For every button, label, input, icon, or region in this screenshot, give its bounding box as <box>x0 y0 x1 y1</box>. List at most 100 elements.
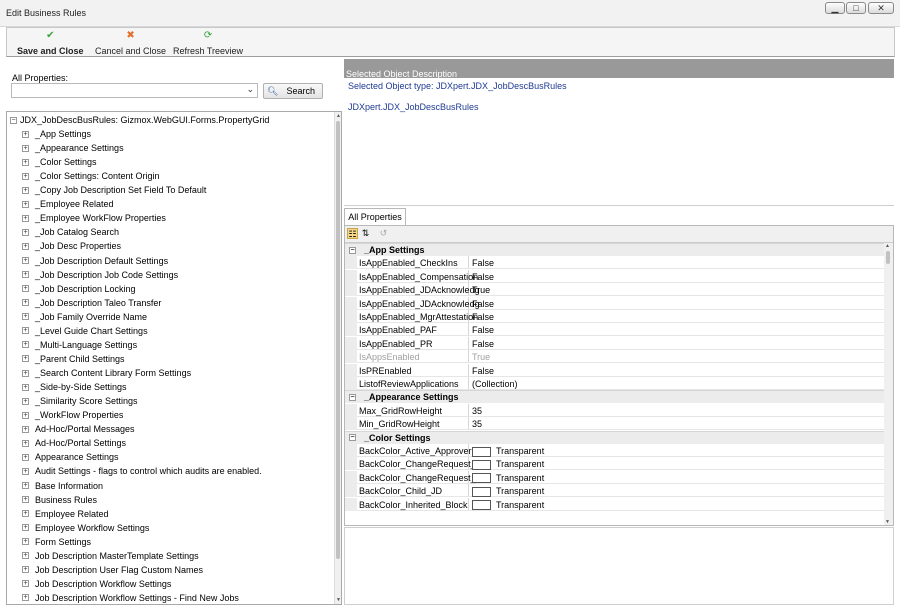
property-value[interactable]: 35 <box>472 406 482 416</box>
grid-scrollbar-thumb[interactable] <box>886 251 890 264</box>
property-value[interactable]: (Collection) <box>472 379 518 389</box>
expand-icon[interactable]: + <box>22 242 29 250</box>
expand-icon[interactable]: + <box>22 355 29 363</box>
tree-node[interactable]: + Audit Settings - flags to control which… <box>22 464 262 478</box>
save-and-close-button[interactable]: ✔ Save and Close <box>17 28 84 58</box>
tree-node[interactable]: + _Job Description Taleo Transfer <box>22 296 161 310</box>
expand-icon[interactable]: + <box>22 453 29 461</box>
tree-node[interactable]: + _App Settings <box>22 127 91 141</box>
expand-icon[interactable]: + <box>22 130 29 138</box>
minimize-button[interactable]: ▁ <box>825 2 845 14</box>
tree-node[interactable]: + _Level Guide Chart Settings <box>22 324 148 338</box>
tree-scrollbar[interactable]: ▲ ▼ <box>334 112 341 604</box>
grid-scroll-up-icon[interactable]: ▲ <box>885 243 890 249</box>
grid-property-row[interactable]: IsAppsEnabled True <box>345 350 885 364</box>
expand-icon[interactable]: + <box>22 594 29 602</box>
expand-icon[interactable]: + <box>22 271 29 279</box>
grid-property-row[interactable]: IsAppEnabled_JDAcknowledg True <box>345 283 885 297</box>
expand-icon[interactable]: + <box>22 200 29 208</box>
tree-node[interactable]: + _Job Catalog Search <box>22 225 119 239</box>
grid-category[interactable]: − _Color Settings <box>345 430 885 444</box>
alphabetical-sort-icon[interactable]: ⇅ <box>360 228 371 239</box>
tree-node[interactable]: + _Search Content Library Form Settings <box>22 366 191 380</box>
tree-node[interactable]: + _Job Description Default Settings <box>22 254 168 268</box>
grid-property-row[interactable]: BackColor_ChangeRequest_A Transparent <box>345 457 885 471</box>
property-value[interactable]: False <box>472 258 494 268</box>
expand-icon[interactable]: + <box>22 496 29 504</box>
expand-icon[interactable]: + <box>22 228 29 236</box>
tree-node[interactable]: + Job Description User Flag Custom Names <box>22 563 203 577</box>
expand-icon[interactable]: + <box>22 341 29 349</box>
tree-node[interactable]: + _Job Description Job Code Settings <box>22 268 178 282</box>
scroll-up-icon[interactable]: ▲ <box>335 113 341 119</box>
tree-node[interactable]: + _Job Family Override Name <box>22 310 147 324</box>
expand-icon[interactable]: + <box>22 299 29 307</box>
property-value[interactable]: Transparent <box>472 473 544 484</box>
collapse-icon[interactable]: − <box>10 116 17 124</box>
tree-node[interactable]: + Employee Related <box>22 507 109 521</box>
expand-icon[interactable]: + <box>22 397 29 405</box>
expand-icon[interactable]: + <box>22 214 29 222</box>
close-window-button[interactable]: ✕ <box>868 2 894 14</box>
tree-node[interactable]: + _Employee Related <box>22 197 114 211</box>
tab-all-properties[interactable]: All Properties <box>344 208 406 225</box>
grid-property-row[interactable]: Min_GridRowHeight 35 <box>345 417 885 431</box>
expand-icon[interactable]: + <box>22 439 29 447</box>
grid-property-row[interactable]: Max_GridRowHeight 35 <box>345 403 885 417</box>
expand-icon[interactable]: + <box>22 524 29 532</box>
grid-property-row[interactable]: BackColor_ChangeRequest_R Transparent <box>345 470 885 484</box>
tree-node[interactable]: + Base Information <box>22 479 103 493</box>
expand-icon[interactable]: + <box>22 369 29 377</box>
property-value[interactable]: False <box>472 366 494 376</box>
tree-node[interactable]: + _Similarity Score Settings <box>22 394 138 408</box>
expand-icon[interactable]: + <box>22 425 29 433</box>
cancel-and-close-button[interactable]: ✖ Cancel and Close <box>95 28 166 58</box>
expand-icon[interactable]: + <box>22 552 29 560</box>
property-value[interactable]: False <box>472 325 494 335</box>
property-value[interactable]: False <box>472 312 494 322</box>
tree-node[interactable]: + _Color Settings: Content Origin <box>22 169 160 183</box>
property-treeview[interactable]: − JDX_JobDescBusRules: Gizmox.WebGUI.For… <box>6 111 342 605</box>
property-value[interactable]: Transparent <box>472 446 544 457</box>
grid-scroll-down-icon[interactable]: ▼ <box>885 519 890 525</box>
tree-node[interactable]: + Job Description MasterTemplate Settings <box>22 549 199 563</box>
search-button[interactable]: 🔍︎ Search <box>263 83 323 99</box>
expand-icon[interactable]: + <box>22 566 29 574</box>
collapse-icon[interactable]: − <box>349 434 356 442</box>
expand-icon[interactable]: + <box>22 172 29 180</box>
tree-node[interactable]: + _Job Desc Properties <box>22 239 121 253</box>
property-value[interactable]: Transparent <box>472 500 544 511</box>
collapse-icon[interactable]: − <box>349 246 356 254</box>
grid-property-row[interactable]: IsAppEnabled_PR False <box>345 336 885 350</box>
grid-property-row[interactable]: IsAppEnabled_JDAcknowledg False <box>345 296 885 310</box>
property-value[interactable]: True <box>472 352 490 362</box>
grid-property-row[interactable]: IsAppEnabled_PAF False <box>345 323 885 337</box>
tree-node[interactable]: + Job Description Workflow Settings - Fin… <box>22 591 239 604</box>
grid-category[interactable]: − _Appearance Settings <box>345 390 885 404</box>
expand-icon[interactable]: + <box>22 327 29 335</box>
tree-node[interactable]: + _Copy Job Description Set Field To Defa… <box>22 183 206 197</box>
grid-scrollbar[interactable]: ▲ ▼ <box>884 243 893 525</box>
grid-property-row[interactable]: IsPREnabled False <box>345 363 885 377</box>
property-pages-icon[interactable]: ↺ <box>378 228 389 239</box>
property-value[interactable]: True <box>472 285 490 295</box>
categorized-icon[interactable]: ☷ <box>347 228 358 239</box>
expand-icon[interactable]: + <box>22 411 29 419</box>
scroll-down-icon[interactable]: ▼ <box>335 597 341 603</box>
all-properties-select[interactable]: ⌄ <box>11 83 258 98</box>
grid-property-row[interactable]: BackColor_Inherited_Block Transparent <box>345 497 885 511</box>
tree-node[interactable]: + Ad-Hoc/Portal Messages <box>22 422 135 436</box>
property-value[interactable]: Transparent <box>472 486 544 497</box>
expand-icon[interactable]: + <box>22 467 29 475</box>
tree-node[interactable]: + Employee Workflow Settings <box>22 521 149 535</box>
tree-node[interactable]: + _Appearance Settings <box>22 141 124 155</box>
expand-icon[interactable]: + <box>22 158 29 166</box>
property-value[interactable]: 35 <box>472 419 482 429</box>
property-value[interactable]: False <box>472 299 494 309</box>
collapse-icon[interactable]: − <box>349 393 356 401</box>
tree-scrollbar-thumb[interactable] <box>336 121 340 559</box>
tree-node[interactable]: + _Multi-Language Settings <box>22 338 137 352</box>
expand-icon[interactable]: + <box>22 510 29 518</box>
expand-icon[interactable]: + <box>22 186 29 194</box>
property-value[interactable]: Transparent <box>472 459 544 471</box>
